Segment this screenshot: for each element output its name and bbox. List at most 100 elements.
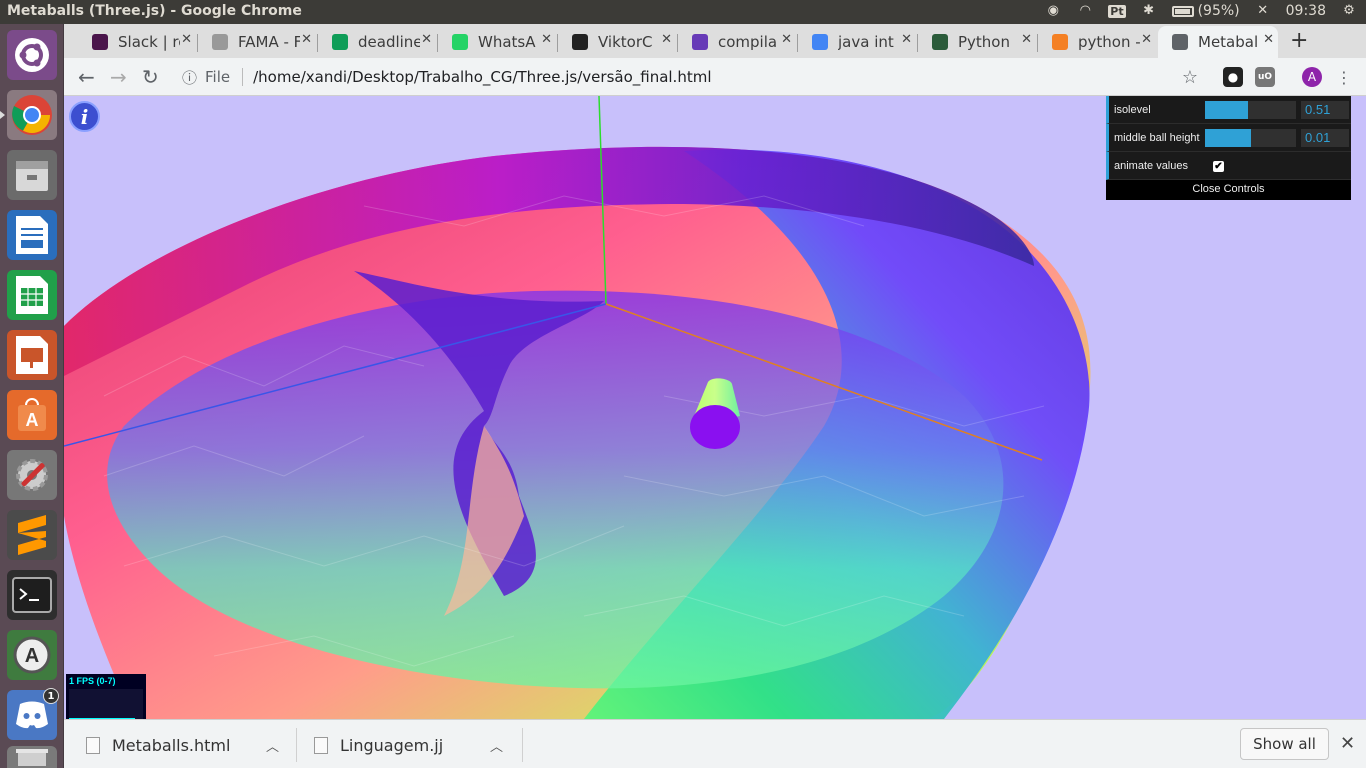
tab-label: ViktorC [598,33,653,51]
close-shelf-icon[interactable]: ✕ [1340,733,1355,754]
url-text[interactable]: /home/xandi/Desktop/Trabalho_CG/Three.js… [253,68,711,86]
system-top-panel: Metaballs (Three.js) - Google Chrome ◉ ◠… [0,0,1366,24]
isolevel-input[interactable]: 0.51 [1301,101,1349,119]
window-title: Metaballs (Three.js) - Google Chrome [7,3,302,19]
tab-label: python - [1078,33,1140,51]
sublime-text-icon[interactable] [7,510,57,560]
close-controls-button[interactable]: Close Controls [1106,180,1351,200]
python-icon [932,34,948,50]
dat-gui-panel: isolevel 0.51 middle ball height 0.01 an… [1106,96,1351,200]
middle-ball-height-slider[interactable] [1205,129,1296,147]
close-tab-icon[interactable]: ✕ [301,32,312,47]
html-file-icon [86,736,100,754]
download-item[interactable]: Metaballs.html ︿ [82,728,294,762]
show-all-button[interactable]: Show all [1240,728,1329,760]
chrome-menu-icon[interactable]: ⋮ [1334,67,1354,87]
close-tab-icon[interactable]: ✕ [421,32,432,47]
address-divider [242,68,244,86]
chrome-launcher-icon[interactable] [7,90,57,140]
wifi-icon[interactable]: ◠ [1076,3,1094,19]
running-indicator [0,111,5,119]
close-tab-icon[interactable]: ✕ [661,32,672,47]
middle-ball-height-slider-fill [1205,129,1251,147]
chevron-up-icon[interactable]: ︿ [490,736,503,755]
close-tab-icon[interactable]: ✕ [181,32,192,47]
system-tray: ◉ ◠ Pt ✱ (95%) ✕ 09:38 ⚙ [1044,3,1358,19]
discord-tray-icon[interactable]: ◉ [1044,3,1062,19]
ublock-extension-icon[interactable]: uO [1255,67,1275,87]
notification-badge: 1 [43,688,59,704]
tab-5[interactable]: ViktorC ✕ [558,26,676,58]
site-info-icon[interactable]: ⓘ [182,67,197,88]
tab-label: Metabal [1198,33,1259,51]
stackoverflow-icon [1052,34,1068,50]
animate-values-checkbox[interactable]: ✔ [1213,161,1224,172]
google-icon [812,34,828,50]
settings-gear-icon[interactable]: ⚙ [1340,3,1358,19]
close-tab-icon[interactable]: ✕ [1021,32,1032,47]
svg-text:A: A [25,645,39,667]
tab-2[interactable]: FAMA - F ✕ [198,26,316,58]
browser-toolbar: ← → ↻ ⓘ File /home/xandi/Desktop/Trabalh… [64,58,1366,96]
close-tab-icon[interactable]: ✕ [901,32,912,47]
info-button[interactable]: i [69,101,100,132]
chevron-up-icon[interactable]: ︿ [266,736,279,755]
battery-indicator[interactable]: (95%) [1171,3,1240,19]
close-tab-icon[interactable]: ✕ [781,32,792,47]
close-tab-icon[interactable]: ✕ [1141,32,1152,47]
webgl-canvas[interactable]: i isolevel 0.51 middle ball height 0.01 … [64,96,1366,719]
libreoffice-writer-icon[interactable] [7,210,57,260]
tab-4[interactable]: WhatsA ✕ [438,26,556,58]
clock[interactable]: 09:38 [1286,3,1326,19]
profile-avatar[interactable]: A [1302,67,1322,87]
tab-8[interactable]: Python ✕ [918,26,1036,58]
system-settings-icon[interactable] [7,450,57,500]
tab-1[interactable]: Slack | re✕ [78,26,196,58]
reload-button[interactable]: ↻ [142,65,159,89]
software-center-icon[interactable]: A [7,390,57,440]
sheets-icon [332,34,348,50]
isolevel-slider-fill [1205,101,1248,119]
close-tab-icon[interactable]: ✕ [1263,32,1274,47]
gui-row-middle-ball-height[interactable]: middle ball height 0.01 [1106,124,1351,152]
keyboard-layout-indicator[interactable]: Pt [1108,4,1126,18]
software-updater-icon[interactable]: A [7,630,57,680]
trash-icon[interactable] [7,746,57,768]
github-extension-icon[interactable]: ● [1223,67,1243,87]
tab-3[interactable]: deadline ✕ [318,26,436,58]
whatsapp-icon [452,34,468,50]
gui-row-label: animate values [1114,159,1188,172]
libreoffice-calc-icon[interactable] [7,270,57,320]
bluetooth-icon[interactable]: ✱ [1140,3,1158,19]
tab-label: Slack | re [118,33,180,51]
middle-ball-height-input[interactable]: 0.01 [1301,129,1349,147]
launcher: A A 1 [0,24,64,768]
gui-row-animate-values[interactable]: animate values ✔ [1106,152,1351,180]
download-item[interactable]: Linguagem.jj ︿ [310,728,522,762]
close-tab-icon[interactable]: ✕ [541,32,552,47]
back-button[interactable]: ← [78,65,95,89]
tab-label: deadline [358,33,420,51]
gui-row-isolevel[interactable]: isolevel 0.51 [1106,96,1351,124]
terminal-icon[interactable] [7,570,57,620]
github-icon [572,34,588,50]
stats-fps-panel[interactable]: 1 FPS (0-7) [66,674,146,719]
tab-7[interactable]: java int ✕ [798,26,916,58]
download-filename: Linguagem.jj [340,735,444,755]
ubuntu-dash-icon[interactable] [7,30,57,80]
tab-9[interactable]: python - ✕ [1038,26,1156,58]
tab-6[interactable]: compila ✕ [678,26,796,58]
forward-button[interactable]: → [110,65,127,89]
tab-label: WhatsA [478,33,536,51]
address-bar[interactable]: ⓘ File /home/xandi/Desktop/Trabalho_CG/T… [174,62,1194,92]
fps-label: 1 FPS (0-7) [69,676,116,686]
tab-10[interactable]: Metabal ✕ [1158,26,1278,58]
isolevel-slider[interactable] [1205,101,1296,119]
new-tab-button[interactable]: + [1290,28,1308,53]
files-icon[interactable] [7,150,57,200]
volume-muted-icon[interactable]: ✕ [1254,3,1272,19]
bookmark-star-icon[interactable]: ☆ [1180,67,1200,88]
libreoffice-impress-icon[interactable] [7,330,57,380]
discord-launcher-icon[interactable]: 1 [7,688,59,740]
battery-icon [1171,5,1194,17]
